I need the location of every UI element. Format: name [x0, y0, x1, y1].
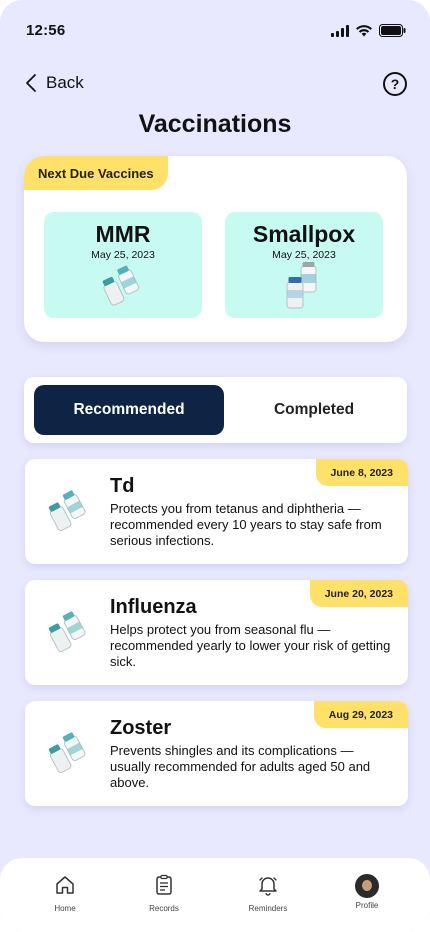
vaccine-description: Protects you from tetanus and diphtheria… [110, 501, 382, 548]
vaccine-card-influenza[interactable]: June 20, 2023 Influenza Helps protect yo… [25, 580, 408, 685]
help-icon[interactable]: ? [383, 72, 407, 96]
vaccinations-screen: 12:56 Back ? Vaccinations Next Due Vacci… [0, 0, 430, 932]
vaccine-date-badge: Aug 29, 2023 [313, 701, 408, 728]
bottom-nav: Home Records Reminders Profile [0, 858, 430, 932]
tab-recommended[interactable]: Recommended [34, 385, 224, 435]
back-chevron-icon [26, 74, 36, 92]
nav-home[interactable]: Home [30, 874, 100, 913]
vaccine-vial-icon [48, 732, 86, 774]
vaccine-vial-icon [48, 490, 86, 532]
vaccine-vial-icon [286, 262, 317, 309]
nav-profile[interactable]: Profile [332, 874, 402, 910]
back-button[interactable]: Back [26, 70, 84, 96]
nav-home-label: Home [54, 904, 76, 913]
page-title: Vaccinations [138, 110, 292, 138]
tab-completed[interactable]: Completed [219, 385, 409, 435]
nav-profile-label: Profile [355, 901, 379, 910]
signal-icon [331, 24, 349, 37]
status-icons [331, 24, 406, 37]
vaccine-card-zoster[interactable]: Aug 29, 2023 Zoster Prevents shingles an… [25, 701, 408, 806]
nav-records-label: Records [149, 904, 179, 913]
records-icon [156, 874, 172, 895]
back-label: Back [46, 73, 84, 92]
home-icon [56, 876, 74, 894]
vaccine-name: Zoster [110, 717, 172, 739]
due-vaccine-smallpox[interactable]: Smallpox May 25, 2023 [225, 212, 383, 318]
due-vaccine-name: Smallpox [252, 221, 356, 247]
vaccine-date-badge: June 20, 2023 [309, 580, 408, 607]
nav-records[interactable]: Records [129, 874, 199, 913]
vaccine-tabs: Recommended Completed [24, 377, 407, 443]
due-vaccine-date: May 25, 2023 [91, 249, 155, 261]
wifi-icon [356, 24, 372, 36]
due-vaccine-mmr[interactable]: MMR May 25, 2023 [44, 212, 202, 318]
avatar [355, 874, 379, 898]
vaccine-description: Prevents shingles and its complications … [110, 743, 371, 790]
status-bar: 12:56 [0, 0, 430, 60]
nav-reminders-label: Reminders [248, 904, 288, 913]
vaccine-description: Helps protect you from seasonal flu — re… [110, 622, 391, 669]
bell-icon [259, 877, 277, 896]
due-vaccine-name: MMR [95, 221, 151, 247]
vaccine-date-badge: June 8, 2023 [315, 459, 408, 486]
vaccine-vial-icon [102, 265, 140, 306]
battery-icon [379, 24, 406, 37]
next-due-badge: Next Due Vaccines [24, 156, 168, 190]
status-time: 12:56 [26, 22, 66, 39]
next-due-card: Next Due Vaccines MMR May 25, 2023 Small… [24, 156, 407, 342]
vaccine-name: Influenza [110, 596, 197, 618]
vaccine-card-td[interactable]: June 8, 2023 Td Protects you from tetanu… [25, 459, 408, 564]
vaccine-name: Td [110, 475, 135, 497]
due-vaccine-date: May 25, 2023 [272, 249, 336, 261]
vaccine-vial-icon [48, 611, 86, 653]
nav-reminders[interactable]: Reminders [233, 874, 303, 913]
